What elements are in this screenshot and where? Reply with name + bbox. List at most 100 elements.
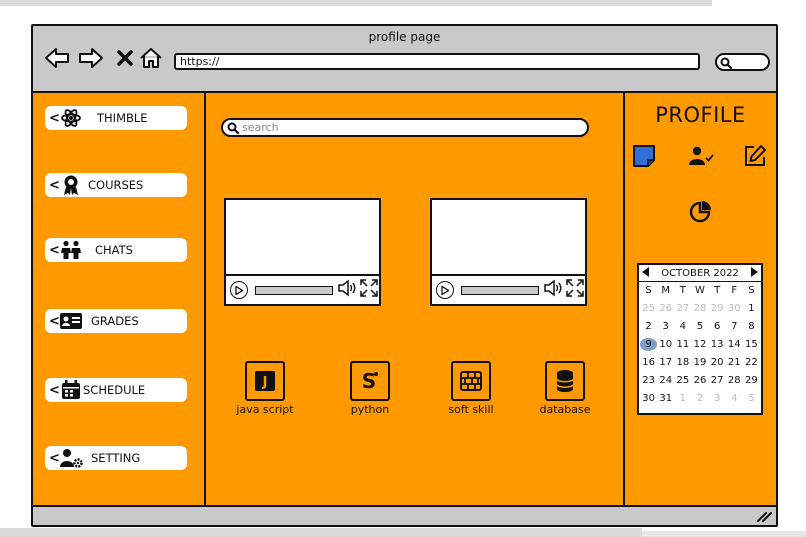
calendar-day[interactable]: 16 xyxy=(640,356,657,369)
prev-month-button[interactable] xyxy=(642,266,650,280)
top-edge-strip xyxy=(0,0,712,6)
calendar-day[interactable]: 28 xyxy=(691,302,708,315)
video-player-2[interactable] xyxy=(430,198,587,306)
calendar-day[interactable]: 25 xyxy=(640,302,657,315)
calendar-day[interactable]: 18 xyxy=(674,356,691,369)
search-input[interactable]: search xyxy=(221,118,589,137)
statistics-button[interactable] xyxy=(687,199,713,225)
calendar-day[interactable]: 1 xyxy=(674,392,691,405)
calendar-day[interactable]: 9 xyxy=(640,338,658,351)
calendar-day[interactable]: 27 xyxy=(674,302,691,315)
calendar-day[interactable]: 31 xyxy=(657,392,674,405)
play-button[interactable] xyxy=(436,281,454,299)
video-player-1[interactable] xyxy=(224,198,381,306)
calendar-day[interactable]: 3 xyxy=(657,320,674,333)
browser-search-button[interactable] xyxy=(715,53,770,71)
bottom-edge-strip xyxy=(0,528,642,537)
calendar-weekday: T xyxy=(714,285,721,296)
volume-icon[interactable] xyxy=(543,279,563,301)
calendar-day[interactable]: 11 xyxy=(674,338,691,351)
sidebar-item-chats[interactable]: < CHATS xyxy=(45,238,187,262)
calendar-day[interactable]: 15 xyxy=(743,338,760,351)
sidebar-item-setting[interactable]: < SETTING xyxy=(45,446,187,470)
calendar-day[interactable]: 22 xyxy=(743,356,760,369)
atom-icon xyxy=(59,107,83,129)
calendar-day[interactable]: 29 xyxy=(743,374,760,387)
calendar-day[interactable]: 17 xyxy=(657,356,674,369)
next-month-button[interactable] xyxy=(750,266,758,280)
calendar-day[interactable]: 19 xyxy=(691,356,708,369)
calendar-day[interactable]: 14 xyxy=(726,338,743,351)
sidebar-item-courses[interactable]: < COURSES xyxy=(45,173,187,197)
calendar-day[interactable]: 4 xyxy=(674,320,691,333)
calendar-day[interactable]: 5 xyxy=(691,320,708,333)
calendar-day[interactable]: 26 xyxy=(657,302,674,315)
url-bar[interactable]: https:// xyxy=(174,53,700,70)
sidebar-item-label: SCHEDULE xyxy=(83,383,146,397)
calendar-day[interactable]: 3 xyxy=(709,392,726,405)
sidebar-item-thimble[interactable]: < THIMBLE xyxy=(45,106,187,130)
sidebar-item-schedule[interactable]: < SCHEDULE xyxy=(45,378,187,402)
python-icon: S xyxy=(350,361,390,401)
calendar-day[interactable]: 26 xyxy=(691,374,708,387)
volume-icon[interactable] xyxy=(337,279,357,301)
sidebar-item-label: COURSES xyxy=(88,178,144,192)
triangle-right-icon xyxy=(751,266,758,277)
calendar-day[interactable]: 25 xyxy=(674,374,691,387)
back-button[interactable] xyxy=(43,44,71,72)
calendar-day[interactable]: 6 xyxy=(709,320,726,333)
sidebar-item-label: THIMBLE xyxy=(97,111,148,125)
stop-button[interactable] xyxy=(111,44,139,72)
edit-button[interactable] xyxy=(742,143,768,169)
note-button[interactable] xyxy=(631,143,657,169)
javascript-icon: J xyxy=(245,361,285,401)
calendar-day[interactable]: 2 xyxy=(640,320,657,333)
calendar-day[interactable]: 13 xyxy=(709,338,726,351)
course-python[interactable]: S python xyxy=(330,361,410,416)
course-soft-skill[interactable]: soft skill xyxy=(431,361,511,416)
close-icon xyxy=(117,50,133,66)
calendar-weekday: T xyxy=(679,285,686,296)
course-database[interactable]: database xyxy=(525,361,605,416)
chevron-left-icon: < xyxy=(49,450,60,466)
javascript-glyph: J xyxy=(262,375,268,390)
calendar-day[interactable]: 28 xyxy=(726,374,743,387)
calendar-day[interactable]: 1 xyxy=(743,302,760,315)
bottom-edge-strip-2 xyxy=(642,531,806,537)
calendar-day[interactable]: 5 xyxy=(743,392,760,405)
people-icon xyxy=(59,239,83,261)
calendar-day[interactable]: 24 xyxy=(657,374,674,387)
video-progress-bar[interactable] xyxy=(255,285,333,295)
calendar-day[interactable]: 12 xyxy=(691,338,708,351)
calendar-day[interactable]: 8 xyxy=(743,320,760,333)
calendar-day[interactable]: 20 xyxy=(709,356,726,369)
course-label: java script xyxy=(236,403,294,416)
calendar-day[interactable]: 30 xyxy=(726,302,743,315)
calendar-day[interactable]: 21 xyxy=(726,356,743,369)
calendar-day[interactable]: 10 xyxy=(657,338,674,351)
calendar-day[interactable]: 7 xyxy=(726,320,743,333)
title-bar: profile page https:// xyxy=(33,26,776,93)
fullscreen-icon[interactable] xyxy=(566,279,584,301)
calendar-day[interactable]: 2 xyxy=(691,392,708,405)
forward-button[interactable] xyxy=(77,44,105,72)
award-icon xyxy=(59,174,83,196)
sidebar-item-grades[interactable]: < GRADES xyxy=(45,309,187,333)
edit-icon xyxy=(745,145,766,166)
calendar-day[interactable]: 23 xyxy=(640,374,657,387)
user-gear-icon xyxy=(59,447,83,469)
chevron-left-icon: < xyxy=(49,177,60,193)
course-javascript[interactable]: J java script xyxy=(225,361,305,416)
video-progress-bar[interactable] xyxy=(461,285,539,295)
user-verified-button[interactable] xyxy=(688,143,714,169)
play-icon xyxy=(441,285,449,295)
calendar-day[interactable]: 29 xyxy=(709,302,726,315)
resize-grip-icon[interactable] xyxy=(756,510,772,522)
home-button[interactable] xyxy=(137,44,165,72)
play-button[interactable] xyxy=(230,281,248,299)
calendar-day[interactable]: 4 xyxy=(726,392,743,405)
triangle-left-icon xyxy=(642,266,649,277)
calendar-day[interactable]: 30 xyxy=(640,392,657,405)
fullscreen-icon[interactable] xyxy=(360,279,378,301)
calendar-day[interactable]: 27 xyxy=(709,374,726,387)
